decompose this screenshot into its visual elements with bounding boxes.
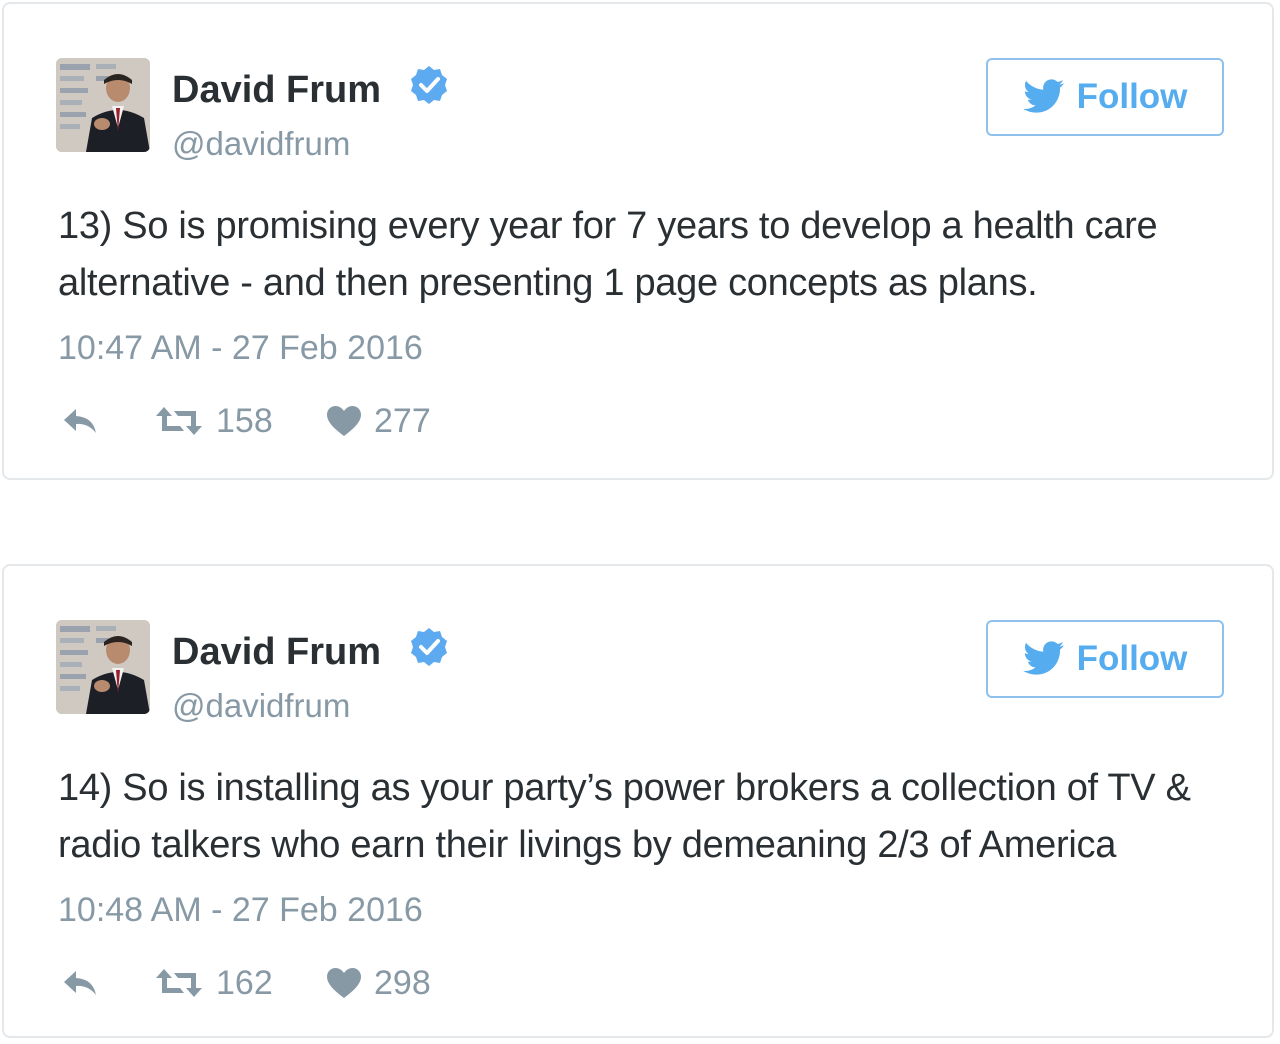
retweet-button[interactable]: 162 (154, 958, 273, 1008)
heart-icon (326, 405, 362, 437)
like-button[interactable]: 277 (326, 396, 431, 446)
reply-button[interactable] (60, 958, 100, 1008)
follow-button[interactable]: Follow (986, 620, 1224, 698)
tweet-timestamp[interactable]: 10:47 AM - 27 Feb 2016 (58, 326, 423, 370)
verified-badge-icon (408, 64, 450, 106)
avatar[interactable] (56, 620, 150, 714)
like-button[interactable]: 298 (326, 958, 431, 1008)
retweet-count: 158 (216, 402, 273, 440)
reply-icon (60, 967, 100, 999)
avatar[interactable] (56, 58, 150, 152)
tweet-actions: 158 277 (58, 396, 658, 446)
tweet-card: David Frum @davidfrum Follow 13) So is p… (2, 2, 1274, 480)
retweet-icon (154, 967, 204, 999)
like-count: 298 (374, 964, 431, 1002)
tweet-text: 13) So is promising every year for 7 yea… (58, 205, 1158, 304)
verified-badge-icon (408, 626, 450, 668)
tweet-timestamp[interactable]: 10:48 AM - 27 Feb 2016 (58, 888, 423, 932)
retweet-button[interactable]: 158 (154, 396, 273, 446)
follow-label: Follow (1076, 639, 1188, 678)
author-handle[interactable]: @davidfrum (172, 684, 350, 728)
heart-icon (326, 967, 362, 999)
retweet-count: 162 (216, 964, 273, 1002)
like-count: 277 (374, 402, 431, 440)
follow-label: Follow (1076, 77, 1188, 116)
author-name[interactable]: David Frum (172, 66, 381, 114)
author-name[interactable]: David Frum (172, 628, 381, 676)
tweet-actions: 162 298 (58, 958, 658, 1008)
reply-icon (60, 405, 100, 437)
bird-icon (1022, 641, 1065, 677)
tweet-text: 14) So is installing as your party’s pow… (58, 767, 1191, 866)
reply-button[interactable] (60, 396, 100, 446)
author-handle[interactable]: @davidfrum (172, 122, 350, 166)
bird-icon (1022, 79, 1065, 115)
tweet-card: David Frum @davidfrum Follow 14) So is i… (2, 564, 1274, 1038)
follow-button[interactable]: Follow (986, 58, 1224, 136)
retweet-icon (154, 405, 204, 437)
